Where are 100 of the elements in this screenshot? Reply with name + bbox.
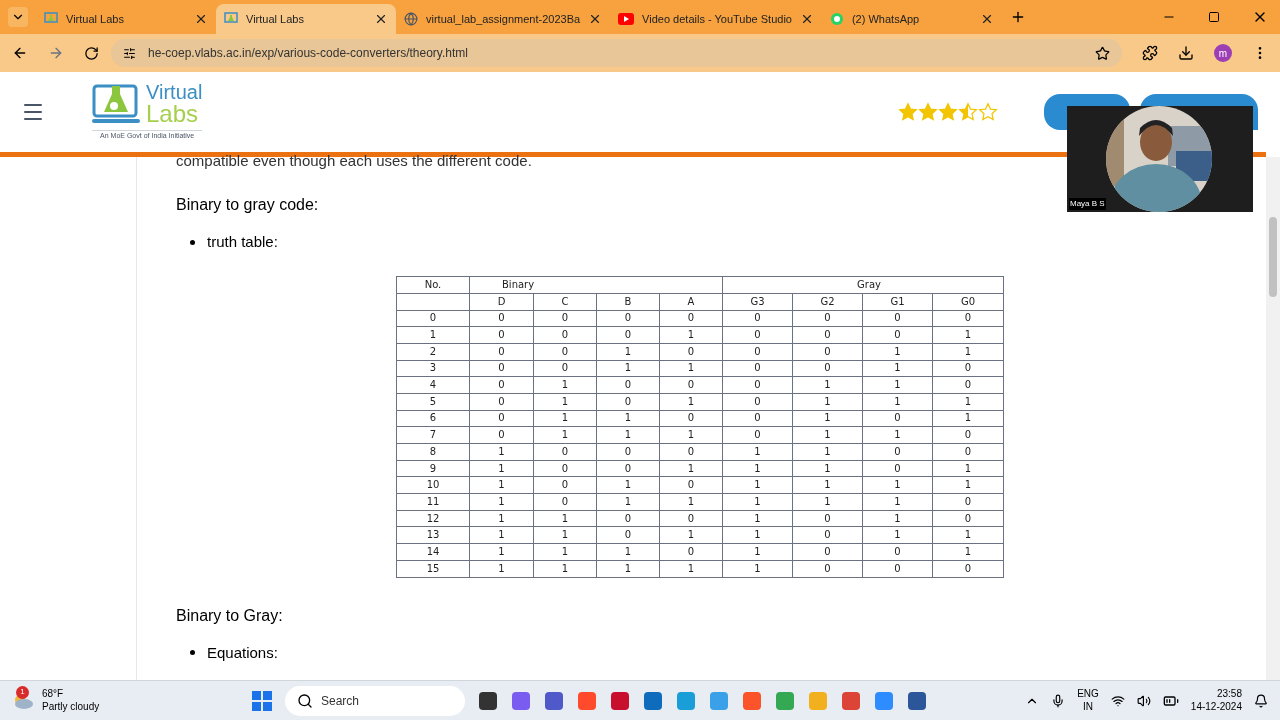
language-text: IN bbox=[1083, 700, 1093, 713]
notification-badge: 1 bbox=[16, 685, 29, 699]
tab-search-button[interactable] bbox=[8, 7, 28, 27]
table-cell: 1 bbox=[659, 560, 723, 577]
profile-avatar[interactable]: m bbox=[1214, 44, 1232, 62]
table-cell: 12 bbox=[396, 510, 470, 527]
table-cell: 1 bbox=[722, 493, 793, 511]
table-cell: 1 bbox=[792, 460, 863, 477]
flask-icon bbox=[224, 12, 238, 26]
table-cell: 0 bbox=[533, 310, 597, 327]
bookmark-icon[interactable] bbox=[1095, 45, 1110, 61]
table-cell: 1 bbox=[659, 393, 723, 411]
table-cell: 1 bbox=[533, 426, 597, 444]
app-icon[interactable] bbox=[907, 690, 927, 711]
temperature-text: 68°F bbox=[42, 688, 65, 701]
close-icon[interactable] bbox=[194, 12, 208, 26]
table-cell: 1 bbox=[596, 426, 660, 444]
table-cell: 0 bbox=[792, 526, 863, 544]
intro-text: compatible even though each uses the different code. bbox=[176, 151, 533, 171]
wifi-icon[interactable] bbox=[1110, 693, 1125, 708]
browser-tab[interactable]: (2) WhatsApp bbox=[821, 4, 1002, 34]
table-cell: 0 bbox=[659, 376, 723, 394]
browser-tab[interactable]: virtual_lab_assignment-2023Ba bbox=[396, 4, 611, 34]
browser-tab[interactable]: Video details - YouTube Studio bbox=[610, 4, 822, 34]
table-cell: 0 bbox=[596, 326, 660, 344]
app-icon[interactable] bbox=[643, 690, 663, 711]
scrollbar[interactable] bbox=[1266, 157, 1280, 680]
globe-icon bbox=[404, 12, 418, 26]
table-cell: 0 bbox=[469, 326, 534, 344]
table-cell: 0 bbox=[722, 326, 793, 344]
table-cell: 1 bbox=[659, 493, 723, 511]
table-cell: 0 bbox=[596, 376, 660, 394]
column-header: A bbox=[659, 293, 723, 310]
table-cell: 1 bbox=[932, 393, 1004, 411]
table-cell: 0 bbox=[596, 393, 660, 411]
clock-date: 14-12-2024 bbox=[1190, 700, 1242, 713]
table-cell: 0 bbox=[533, 326, 597, 344]
table-cell: 1 bbox=[792, 410, 863, 427]
column-header: C bbox=[533, 293, 597, 310]
extensions-icon[interactable] bbox=[1142, 45, 1158, 61]
reload-icon[interactable] bbox=[84, 45, 99, 61]
close-icon[interactable] bbox=[374, 12, 388, 26]
volume-icon[interactable] bbox=[1136, 693, 1151, 708]
browser-tab[interactable]: Virtual Labs bbox=[36, 4, 216, 34]
table-cell: 0 bbox=[596, 460, 660, 477]
app-icon[interactable] bbox=[478, 690, 498, 711]
table-cell: 1 bbox=[792, 426, 863, 444]
app-icon[interactable] bbox=[610, 690, 630, 711]
bullet-text: truth table: bbox=[207, 232, 278, 252]
bullet-text: Equations: bbox=[207, 642, 278, 663]
column-header: G1 bbox=[862, 293, 933, 310]
play-icon bbox=[618, 13, 635, 25]
table-cell: 0 bbox=[932, 360, 1004, 377]
table-cell: 0 bbox=[469, 310, 534, 327]
address-field[interactable]: he-coep.vlabs.ac.in/exp/various-code-converters/theory.html bbox=[111, 39, 1122, 67]
table-cell: 1 bbox=[932, 343, 1004, 361]
table-cell: 0 bbox=[722, 393, 793, 411]
table-cell: 0 bbox=[932, 560, 1004, 577]
back-icon[interactable] bbox=[12, 45, 28, 61]
table-cell: 1 bbox=[596, 543, 660, 561]
search-field[interactable]: Search bbox=[285, 685, 465, 716]
table-cell: 1 bbox=[469, 543, 534, 561]
table-cell: 14 bbox=[396, 543, 470, 561]
star-icon bbox=[938, 102, 958, 122]
notification-icon[interactable] bbox=[1254, 693, 1268, 708]
table-cell: 1 bbox=[792, 493, 863, 511]
app-icon[interactable] bbox=[544, 690, 564, 711]
table-cell: 1 bbox=[792, 443, 863, 461]
column-header: G3 bbox=[722, 293, 793, 310]
table-cell: 1 bbox=[469, 560, 534, 577]
table-cell: 1 bbox=[862, 343, 933, 361]
maximize-icon[interactable] bbox=[1208, 11, 1220, 23]
table-cell: 1 bbox=[932, 326, 1004, 344]
table-cell: 0 bbox=[862, 310, 933, 327]
download-icon[interactable] bbox=[1178, 45, 1194, 61]
forward-icon[interactable] bbox=[48, 45, 64, 61]
column-header: G0 bbox=[932, 293, 1004, 310]
column-header: G2 bbox=[792, 293, 863, 310]
table-cell: 2 bbox=[396, 343, 470, 361]
table-cell: 1 bbox=[469, 510, 534, 527]
table-cell: 0 bbox=[722, 310, 793, 327]
section-heading: Binary to gray code: bbox=[176, 195, 319, 215]
site-info-icon[interactable] bbox=[123, 46, 136, 60]
table-cell: 0 bbox=[792, 560, 863, 577]
table-cell: 1 bbox=[469, 526, 534, 544]
windows-icon[interactable] bbox=[252, 690, 272, 711]
table-cell: 1 bbox=[862, 376, 933, 394]
table-cell: 10 bbox=[396, 476, 470, 494]
table-cell: 0 bbox=[596, 526, 660, 544]
microphone-icon[interactable] bbox=[1051, 693, 1066, 708]
table-cell: 11 bbox=[396, 493, 470, 511]
table-cell: 0 bbox=[722, 360, 793, 377]
browser-tab[interactable]: Virtual Labs bbox=[216, 4, 396, 34]
table-cell: 1 bbox=[596, 360, 660, 377]
star-icon bbox=[918, 102, 938, 122]
tab-title: virtual_lab_assignment-2023Ba bbox=[426, 11, 581, 27]
table-cell: 0 bbox=[932, 376, 1004, 394]
table-cell: 1 bbox=[932, 526, 1004, 544]
table-cell: 0 bbox=[792, 326, 863, 344]
table-cell: 0 bbox=[533, 343, 597, 361]
